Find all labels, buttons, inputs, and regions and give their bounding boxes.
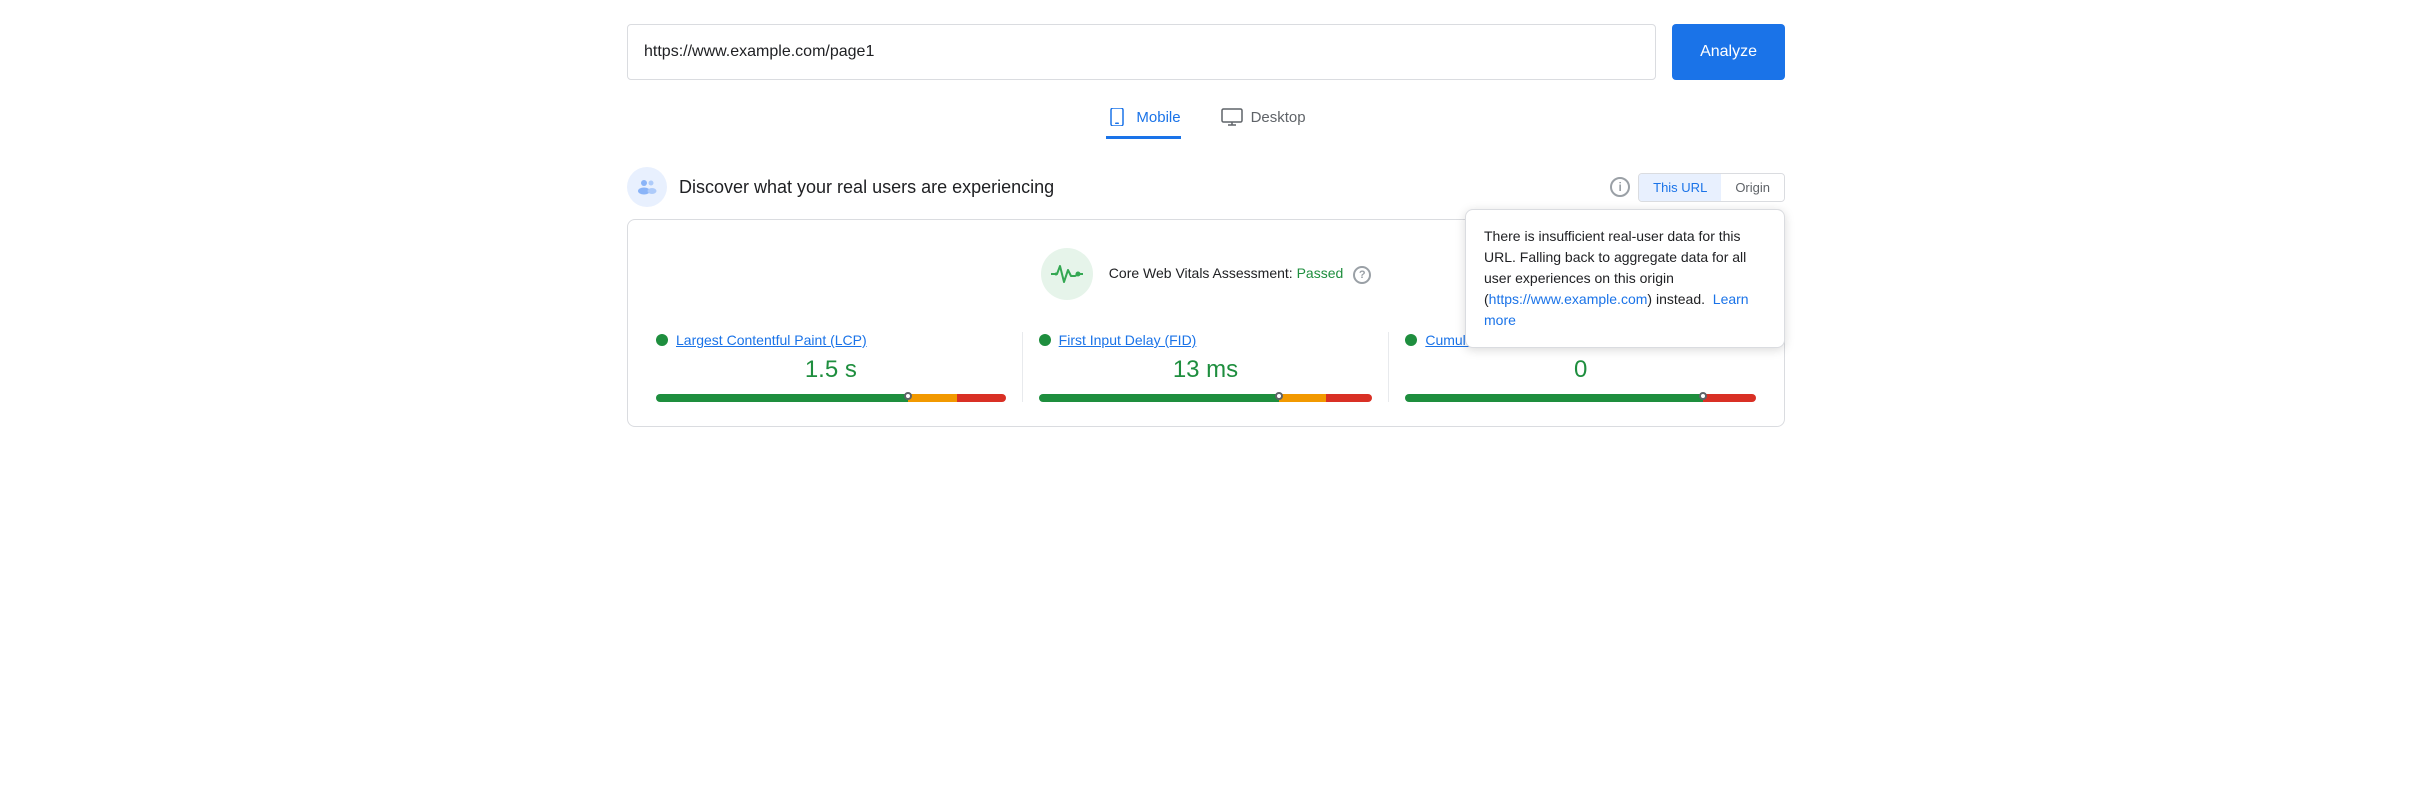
metric-fid-dot (1039, 334, 1051, 346)
toggle-btn-group: This URL Origin (1638, 173, 1785, 202)
section-header-left: Discover what your real users are experi… (627, 167, 1054, 207)
metric-fid-label-row: First Input Delay (FID) (1039, 332, 1373, 348)
cwv-status: Passed (1297, 265, 1344, 281)
metric-lcp-marker (903, 391, 913, 405)
cwv-help-icon[interactable]: ? (1353, 266, 1371, 284)
metric-cls-bar (1405, 394, 1756, 402)
metric-lcp-dot (656, 334, 668, 346)
tabs-row: Mobile Desktop (627, 108, 1785, 139)
users-icon (635, 175, 659, 199)
metric-lcp: Largest Contentful Paint (LCP) 1.5 s (656, 332, 1023, 402)
desktop-icon (1221, 108, 1243, 126)
metric-lcp-label-row: Largest Contentful Paint (LCP) (656, 332, 1006, 348)
tooltip-link[interactable]: https://www.example.com (1489, 291, 1648, 307)
mobile-icon (1106, 108, 1128, 126)
cwv-title: Core Web Vitals Assessment: (1109, 265, 1293, 281)
tab-desktop-label: Desktop (1251, 109, 1306, 126)
url-input[interactable] (627, 24, 1656, 80)
metric-fid-label[interactable]: First Input Delay (FID) (1059, 332, 1197, 348)
tab-mobile-label: Mobile (1136, 109, 1180, 126)
tooltip-box: There is insufficient real-user data for… (1465, 209, 1785, 348)
tooltip-container: There is insufficient real-user data for… (1465, 209, 1785, 348)
metric-fid-marker (1274, 391, 1284, 405)
tab-mobile[interactable]: Mobile (1106, 108, 1180, 139)
analyze-button[interactable]: Analyze (1672, 24, 1785, 80)
metric-cls-value: 0 (1405, 356, 1756, 384)
metric-lcp-bar (656, 394, 1006, 402)
section-title: Discover what your real users are experi… (679, 177, 1054, 198)
info-icon[interactable]: i (1610, 177, 1630, 197)
metric-lcp-label[interactable]: Largest Contentful Paint (LCP) (676, 332, 867, 348)
toggle-origin[interactable]: Origin (1721, 174, 1784, 201)
cwv-icon (1041, 248, 1093, 300)
toggle-this-url[interactable]: This URL (1639, 174, 1721, 201)
tooltip-text2: ) instead. (1647, 291, 1705, 307)
section-avatar (627, 167, 667, 207)
cwv-title-area: Core Web Vitals Assessment: Passed ? (1109, 265, 1371, 284)
metric-fid: First Input Delay (FID) 13 ms (1023, 332, 1390, 402)
url-origin-toggle: i This URL Origin There is insufficient … (1610, 173, 1785, 202)
metric-fid-value: 13 ms (1039, 356, 1373, 384)
url-bar-row: Analyze (627, 24, 1785, 80)
tab-desktop[interactable]: Desktop (1221, 108, 1306, 139)
metric-cls-marker (1698, 391, 1708, 405)
metric-fid-bar (1039, 394, 1373, 402)
pulse-icon (1051, 262, 1083, 286)
metric-cls-dot (1405, 334, 1417, 346)
section-header: Discover what your real users are experi… (627, 167, 1785, 207)
metric-lcp-value: 1.5 s (656, 356, 1006, 384)
